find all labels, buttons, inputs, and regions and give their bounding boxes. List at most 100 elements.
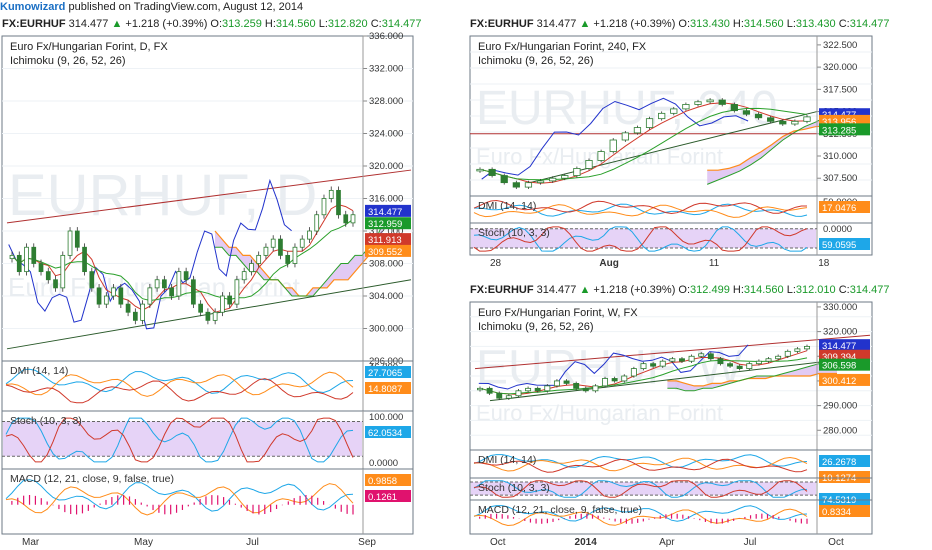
weekly-dmi-label: DMI (14, 14) [478, 454, 536, 466]
h240-stoch-value: 59.0595 [822, 240, 856, 251]
h240-candle [585, 160, 593, 169]
weekly-candle [544, 385, 551, 392]
daily-price-label: 312.959 [368, 219, 402, 230]
h240-dmi-value: 17.0476 [822, 203, 856, 214]
weekly-candle [679, 358, 685, 362]
daily-candle [103, 295, 109, 305]
h240-candle [561, 175, 569, 179]
h240-xtick-label: 28 [490, 258, 502, 269]
weekly-title: Euro Fx/Hungarian Forint, W, FX [478, 307, 638, 319]
daily-candle [234, 279, 240, 305]
daily-candle [96, 287, 102, 305]
weekly-candle [784, 350, 791, 357]
daily-price-label: 314.477 [368, 207, 402, 218]
weekly-watermark-sub: Euro Fx/Hungarian Forint [476, 400, 723, 425]
daily-ytick-label: 336.000 [369, 31, 403, 42]
h240-stoch-label: Stoch (10, 3, 3) [478, 227, 550, 239]
daily-candle [307, 230, 312, 240]
h240-candle [742, 110, 751, 115]
daily-candle [191, 279, 196, 305]
daily-candle [263, 246, 269, 256]
h240-stoch-tick-label: 0.0000 [823, 224, 852, 235]
weekly-candle [592, 385, 599, 392]
h240-candle [476, 168, 484, 172]
weekly-ytick-label: 280.000 [823, 425, 857, 436]
daily-xtick-label: May [134, 537, 153, 548]
daily-candle [278, 238, 283, 256]
daily-candle [241, 271, 247, 281]
daily-candle [154, 279, 160, 289]
h240-candle [609, 139, 617, 152]
weekly-candle [775, 355, 782, 360]
weekly-candle [688, 355, 695, 362]
weekly-candle [755, 360, 762, 365]
daily-candle [169, 287, 174, 297]
weekly-xtick-label: Jul [744, 537, 757, 548]
daily-indicator: Ichimoku (9, 26, 52, 26) [10, 55, 126, 67]
weekly-candle [582, 387, 589, 392]
daily-candle [256, 254, 262, 264]
weekly-candle [486, 387, 493, 394]
daily-candle [292, 246, 298, 264]
h240-candle [658, 112, 666, 120]
weekly-xtick-label: 2014 [575, 537, 598, 548]
h240-xtick-label: 11 [709, 258, 720, 269]
daily-candle [24, 246, 29, 273]
h240-dmi-label: DMI (14, 14) [478, 200, 536, 212]
h240-ytick-label: 320.000 [823, 62, 857, 73]
daily-stoch-tick-label: 100.000 [369, 412, 403, 423]
daily-ytick-label: 308.000 [369, 259, 403, 270]
daily-candle [118, 287, 124, 305]
daily-stoch-tick-label: 0.0000 [369, 458, 398, 469]
h240-candle [694, 101, 702, 105]
weekly-candle [717, 358, 724, 365]
daily-macd-label: MACD (12, 21, close, 9, false, true) [10, 473, 174, 485]
daily-candle [343, 214, 349, 224]
h240-candle [488, 168, 496, 176]
weekly-macd-value: 0.8334 [822, 507, 851, 518]
weekly-price-label: 300.412 [822, 376, 856, 387]
weekly-ytick-label: 330.000 [823, 302, 857, 313]
daily-stoch-value: 62.0534 [368, 428, 402, 439]
daily-watermark: EURHUF, D [8, 163, 317, 228]
weekly-candle [611, 378, 618, 382]
daily-candle [89, 271, 95, 289]
daily-candle [162, 279, 167, 289]
daily-candle [45, 271, 51, 281]
daily-candle [60, 254, 66, 289]
daily-candle [227, 295, 233, 305]
daily-candle [31, 246, 37, 264]
h240-xtick-label: 18 [818, 258, 830, 269]
daily-candle [249, 263, 254, 273]
weekly-candle [659, 360, 666, 367]
weekly-candle [630, 368, 637, 377]
weekly-xtick-label: Oct [828, 537, 844, 548]
daily-candle [314, 214, 320, 232]
weekly-candle [496, 392, 503, 399]
weekly-candle [621, 375, 628, 382]
h240-candle [706, 99, 714, 103]
daily-ytick-label: 324.000 [369, 129, 403, 140]
daily-xtick-label: Sep [358, 537, 376, 548]
weekly-candle [477, 387, 483, 391]
weekly-price-label: 306.598 [822, 361, 856, 372]
h240-candle [597, 151, 605, 161]
h240-candle [779, 120, 787, 125]
h240-candle [524, 182, 533, 188]
daily-ytick-label: 328.000 [369, 96, 403, 107]
h240-ytick-label: 307.500 [823, 173, 857, 184]
h240-xtick-label: Aug [599, 258, 618, 269]
weekly-xtick-label: Oct [490, 537, 506, 548]
daily-candle [16, 254, 22, 273]
daily-dmi-value: 27.7065 [368, 368, 402, 379]
weekly-ytick-label: 320.000 [823, 327, 857, 338]
h240-candle [573, 168, 581, 176]
daily-candle [299, 238, 305, 248]
daily-ytick-label: 300.000 [369, 324, 403, 335]
daily-candle [285, 254, 291, 264]
weekly-candle [505, 395, 512, 399]
weekly-candle [640, 363, 647, 369]
weekly-candle [573, 382, 580, 389]
daily-candle [82, 246, 87, 273]
daily-candle [212, 311, 218, 321]
